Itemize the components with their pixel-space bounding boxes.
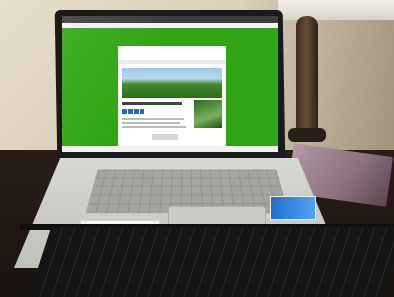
screen-glare: [62, 16, 278, 152]
intel-sticker: [270, 196, 316, 220]
lamp-shade: [278, 0, 394, 20]
external-keyboard: [28, 226, 394, 297]
laptop-screen: [62, 16, 278, 152]
lamp-foot: [288, 128, 326, 142]
photo-scene: [0, 0, 394, 297]
lamp-base: [296, 16, 318, 136]
